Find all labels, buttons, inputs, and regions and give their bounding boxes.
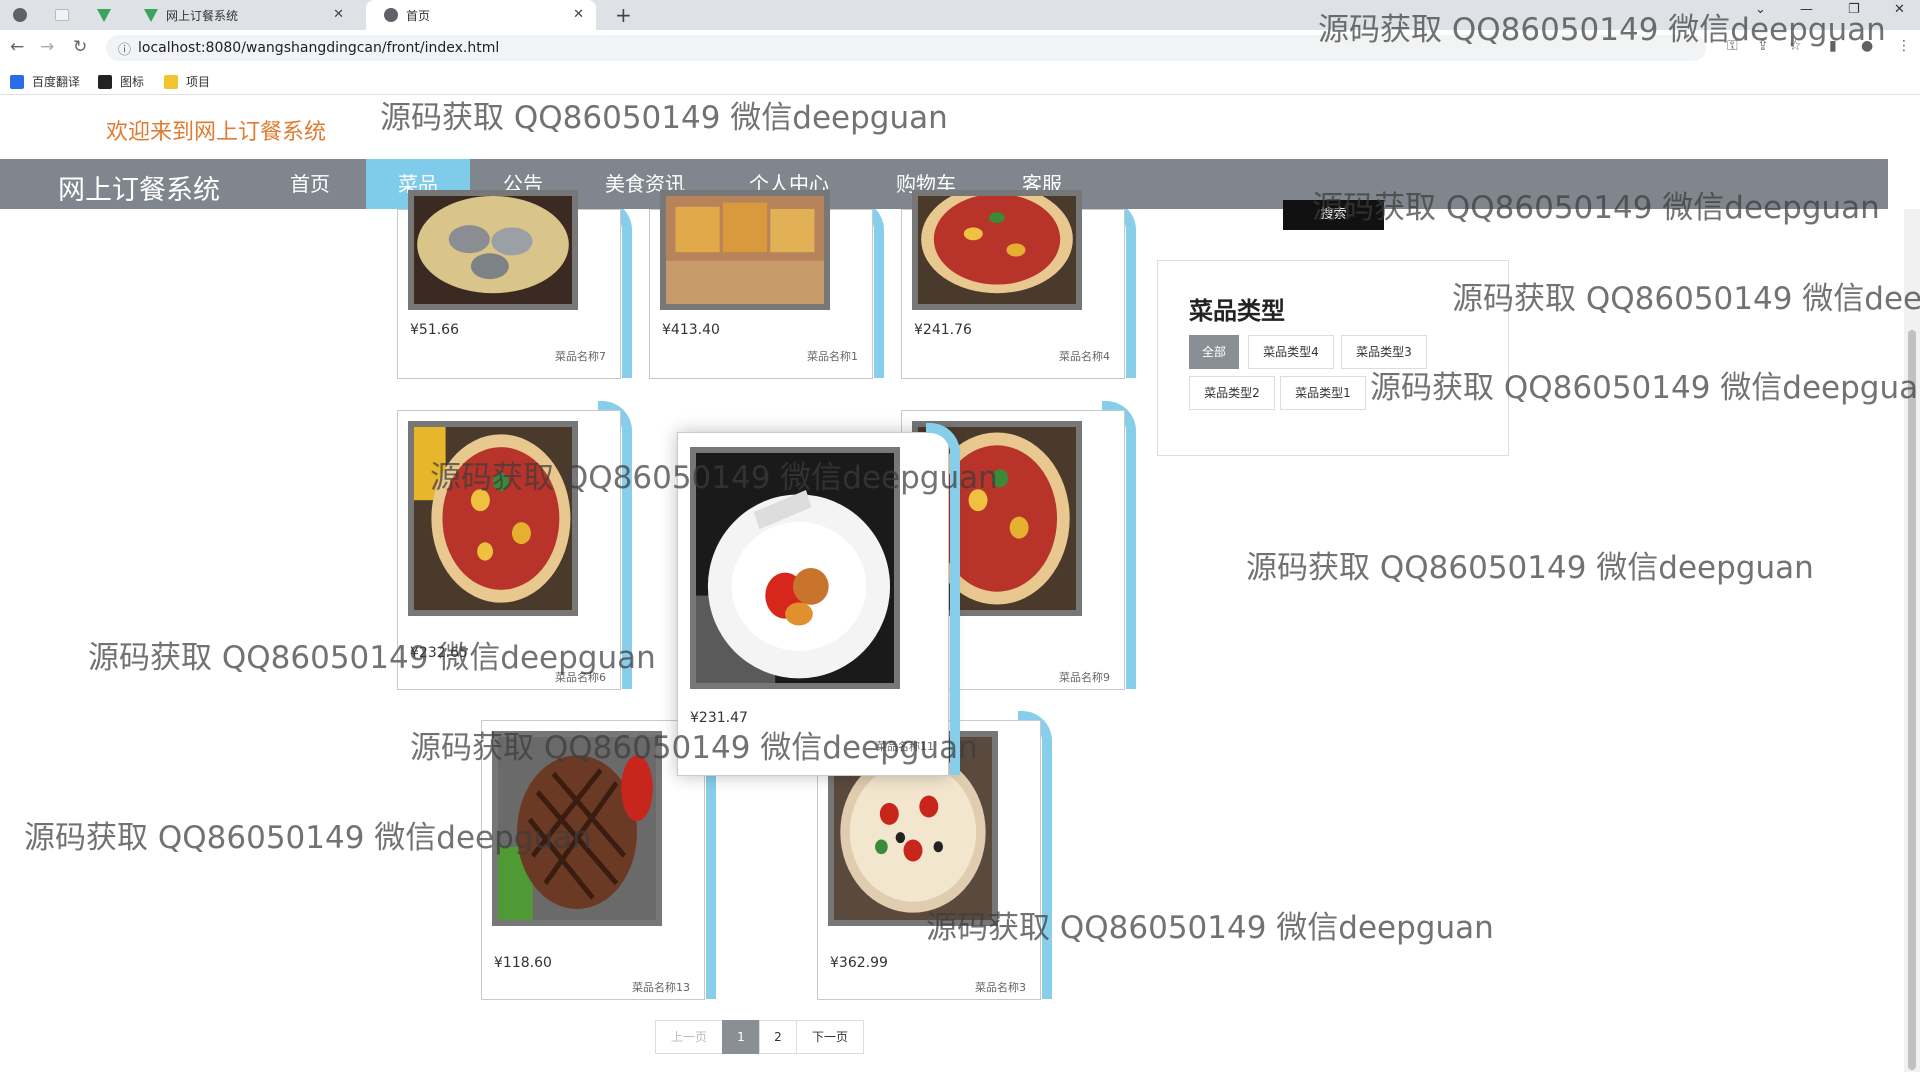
- product-price: ¥413.40: [662, 322, 720, 338]
- product-card[interactable]: ¥118.60 菜品名称13: [481, 711, 716, 1000]
- product-name[interactable]: 菜品名称3: [975, 979, 1026, 995]
- image-icon: [98, 74, 112, 89]
- category-all[interactable]: 全部: [1189, 335, 1239, 369]
- bookmark-label: 项目: [186, 75, 211, 89]
- folder-icon: [164, 74, 178, 89]
- product-image[interactable]: [912, 190, 1082, 310]
- pagination: 上一页 1 2 下一页: [655, 1020, 864, 1054]
- product-card-hovered[interactable]: ¥231.47 菜品名称11: [677, 423, 960, 776]
- page-1-button[interactable]: 1: [722, 1020, 760, 1054]
- product-card[interactable]: ¥241.76 菜品名称4: [901, 190, 1136, 379]
- vue-icon: [144, 8, 158, 22]
- product-image[interactable]: [408, 190, 578, 310]
- watermark-text: 源码获取 QQ86050149 微信deepguan: [1452, 281, 1920, 317]
- product-card[interactable]: ¥413.40 菜品名称1: [649, 190, 884, 379]
- close-window-icon[interactable]: ✕: [1894, 2, 1905, 17]
- page-2-button[interactable]: 2: [759, 1020, 797, 1054]
- vue-icon: [97, 8, 111, 22]
- address-bar-row: ← → ↻ ⓘ localhost:8080/wangshangdingcan/…: [0, 30, 1920, 67]
- welcome-text: 欢迎来到网上订餐系统: [106, 120, 327, 145]
- close-tab-icon[interactable]: ✕: [333, 7, 344, 22]
- product-card[interactable]: ¥232.65 菜品名称6: [397, 401, 632, 690]
- watermark-text: 源码获取 QQ86050149 微信deepguan: [380, 100, 948, 136]
- product-card[interactable]: ¥51.66 菜品名称7: [397, 190, 632, 379]
- menu-icon[interactable]: ⋮: [1897, 38, 1911, 54]
- reload-icon[interactable]: ↻: [73, 37, 87, 57]
- product-name[interactable]: 菜品名称6: [555, 669, 606, 685]
- browser-tab-strip: 网上订餐系统 ✕ 首页 ✕ + ⌄ — ❐ ✕: [0, 0, 1920, 30]
- prev-page-button[interactable]: 上一页: [655, 1020, 723, 1054]
- category-type4[interactable]: 菜品类型4: [1248, 335, 1334, 369]
- star-icon[interactable]: ☆: [1789, 38, 1802, 54]
- site-logo[interactable]: 网上订餐系统: [58, 168, 220, 207]
- product-name[interactable]: 菜品名称13: [632, 979, 690, 995]
- category-panel: 菜品类型 全部 菜品类型4 菜品类型3 菜品类型2 菜品类型1: [1157, 260, 1509, 456]
- globe-icon: [384, 8, 398, 22]
- site-info-icon[interactable]: ⓘ: [118, 39, 131, 58]
- bookmark-label: 百度翻译: [32, 75, 81, 89]
- new-tab-icon[interactable]: +: [615, 3, 632, 27]
- product-name[interactable]: 菜品名称11: [876, 738, 934, 754]
- category-title: 菜品类型: [1189, 297, 1285, 325]
- product-image[interactable]: [408, 421, 578, 616]
- browser-tab-active[interactable]: 首页 ✕: [366, 0, 596, 30]
- bookmark-label: 图标: [120, 75, 145, 89]
- browser-tab[interactable]: 网上订餐系统 ✕: [126, 0, 356, 30]
- product-image[interactable]: [690, 447, 900, 689]
- forward-icon[interactable]: →: [40, 37, 54, 57]
- product-price: ¥232.65: [410, 645, 468, 661]
- product-price: ¥362.99: [830, 955, 888, 971]
- product-name[interactable]: 菜品名称1: [807, 348, 858, 364]
- share-icon[interactable]: ⇪: [1757, 38, 1769, 54]
- url-text[interactable]: localhost:8080/wangshangdingcan/front/in…: [138, 40, 499, 56]
- profile-icon[interactable]: ●: [1861, 38, 1873, 54]
- globe-icon: [13, 8, 27, 22]
- product-name[interactable]: 菜品名称9: [1059, 669, 1110, 685]
- browser-tab[interactable]: [0, 0, 40, 30]
- tab-title: 网上订餐系统: [166, 8, 239, 23]
- product-name[interactable]: 菜品名称7: [555, 348, 606, 364]
- next-page-button[interactable]: 下一页: [796, 1020, 864, 1054]
- category-type3[interactable]: 菜品类型3: [1341, 335, 1427, 369]
- bookmark-item[interactable]: 百度翻译: [10, 73, 80, 90]
- close-tab-icon[interactable]: ✕: [573, 7, 584, 22]
- product-price: ¥231.47: [690, 710, 748, 726]
- product-price: ¥241.76: [914, 322, 972, 338]
- back-icon[interactable]: ←: [10, 37, 24, 57]
- bookmark-item[interactable]: 图标: [98, 73, 144, 90]
- side-panel-icon[interactable]: ▮: [1829, 38, 1837, 54]
- restore-icon[interactable]: ❐: [1848, 2, 1860, 17]
- scrollbar-thumb[interactable]: [1908, 330, 1916, 1070]
- nav-home[interactable]: 首页: [260, 159, 360, 209]
- url-field[interactable]: ⓘ localhost:8080/wangshangdingcan/front/…: [106, 35, 1706, 61]
- category-type2[interactable]: 菜品类型2: [1189, 376, 1275, 410]
- category-type1[interactable]: 菜品类型1: [1280, 376, 1366, 410]
- search-button[interactable]: 搜索: [1283, 200, 1384, 230]
- watermark-text: 源码获取 QQ86050149 微信deepguan: [1246, 550, 1814, 586]
- product-image[interactable]: [660, 190, 830, 310]
- minimize-icon[interactable]: —: [1800, 2, 1813, 17]
- bookmark-item[interactable]: 项目: [164, 73, 210, 90]
- product-price: ¥51.66: [410, 322, 459, 338]
- product-name[interactable]: 菜品名称4: [1059, 348, 1110, 364]
- browser-tab[interactable]: [84, 0, 124, 30]
- tab-title: 首页: [406, 8, 431, 23]
- blank-page-icon: [55, 9, 69, 21]
- product-image[interactable]: [492, 731, 662, 926]
- bookmarks-bar: 百度翻译 图标 项目: [0, 66, 1920, 95]
- key-icon[interactable]: ⚿: [1727, 38, 1738, 54]
- browser-tab[interactable]: [42, 0, 82, 30]
- product-price: ¥118.60: [494, 955, 552, 971]
- tab-search-icon[interactable]: ⌄: [1755, 2, 1766, 17]
- translate-icon: [10, 74, 24, 89]
